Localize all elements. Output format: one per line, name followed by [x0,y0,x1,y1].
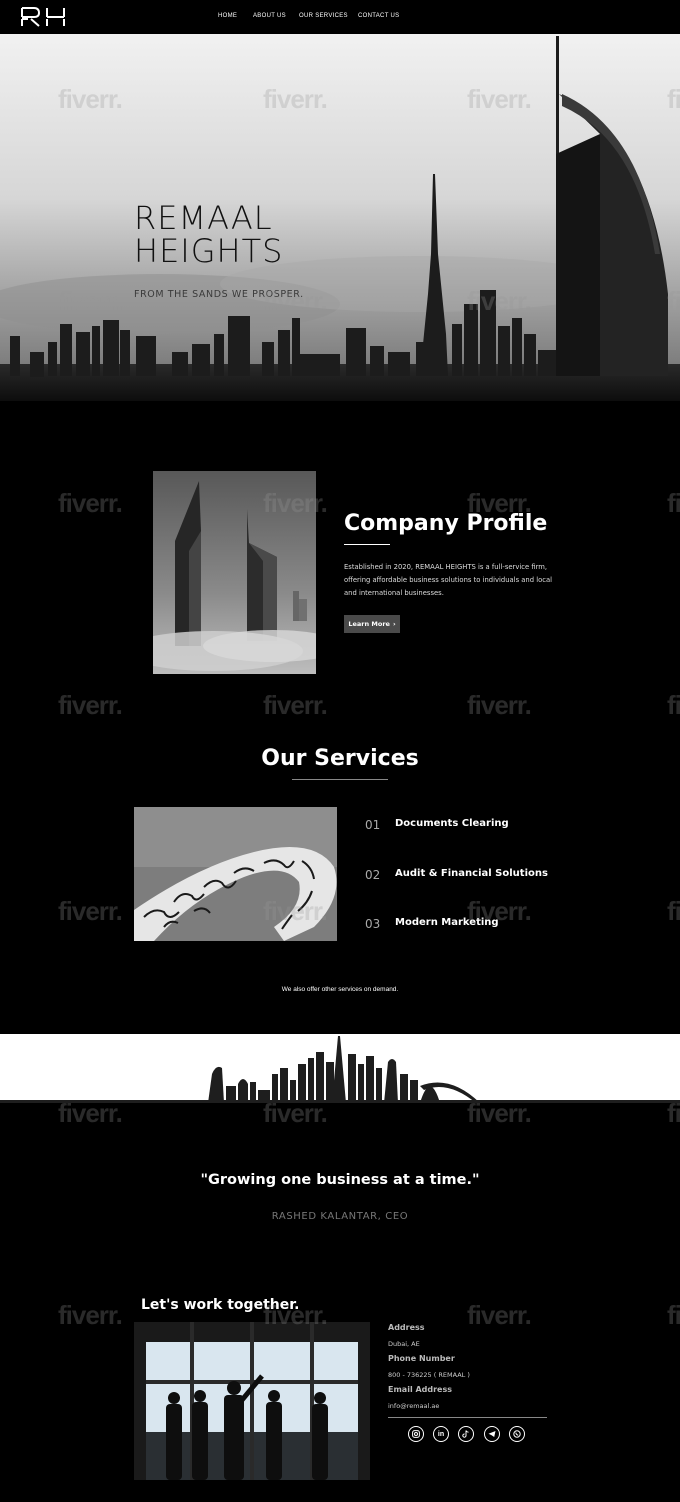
fiverr-watermark: fiverr. [667,488,680,518]
hero-banner: REMAAL HEIGHTS FROM THE SANDS WE PROSPER… [0,34,680,401]
nav-about-link[interactable]: ABOUT US [253,13,286,19]
learn-more-label: Learn More [348,620,390,628]
whatsapp-icon[interactable] [509,1426,525,1442]
email-value[interactable]: info@remaal.ae [388,1402,439,1410]
telegram-icon[interactable] [484,1426,500,1442]
tiktok-icon[interactable] [458,1426,474,1442]
phone-value[interactable]: 800 - 736225 ( REMAAL ) [388,1371,470,1379]
fiverr-watermark: fiverr. [58,896,123,926]
dubai-skyline-image [0,34,680,401]
learn-more-button[interactable]: Learn More › [344,615,400,633]
hero-title-line1: REMAAL [134,199,273,237]
ceo-quote: "Growing one business at a time." [200,1172,480,1188]
nav-services-link[interactable]: OUR SERVICES [299,13,348,19]
nav-home-link[interactable]: HOME [218,13,237,19]
fiverr-watermark: fiverr. [667,1300,680,1330]
address-label: Address [388,1323,425,1332]
skyline-divider [0,1034,680,1103]
address-value: Dubai, AE [388,1340,420,1348]
phone-label: Phone Number [388,1354,455,1363]
chevron-right-icon: › [392,620,396,628]
fiverr-watermark: fiverr. [58,488,123,518]
rh-logo[interactable] [20,6,68,28]
services-divider [292,779,388,780]
hero-subtitle: FROM THE SANDS WE PROSPER. [134,289,304,300]
contact-title: Let's work together. [141,1297,300,1313]
instagram-icon[interactable] [408,1426,424,1442]
fiverr-watermark: fiverr. [58,690,123,720]
fiverr-watermark: fiverr. [667,896,680,926]
fiverr-watermark: fiverr. [58,1300,123,1330]
company-profile-title: Company Profile [344,511,548,536]
team-window-image [134,1322,370,1480]
fiverr-watermark: fiverr. [263,690,328,720]
our-services-title: Our Services [261,746,419,771]
hero-title-line2: HEIGHTS [134,232,284,270]
contact-divider [388,1417,547,1418]
top-nav: HOME ABOUT US OUR SERVICES CONTACT US [0,0,680,34]
linkedin-icon[interactable]: in [433,1426,449,1442]
service-modern-marketing[interactable]: Modern Marketing [395,917,499,928]
service-documents-clearing[interactable]: Documents Clearing [395,818,509,829]
emirates-towers-image [153,471,316,674]
museum-of-future-image [134,807,337,941]
fiverr-watermark: fiverr. [467,690,532,720]
email-label: Email Address [388,1385,453,1394]
service-number: 02 [365,868,381,882]
quote-author: RASHED KALANTAR, CEO [271,1211,409,1222]
company-profile-text: Established in 2020, REMAAL HEIGHTS is a… [344,563,553,597]
service-audit-financial[interactable]: Audit & Financial Solutions [395,868,548,879]
fiverr-watermark: fiverr. [667,690,680,720]
nav-contact-link[interactable]: CONTACT US [358,13,399,19]
service-number: 01 [365,818,381,832]
services-note: We also offer other services on demand. [281,986,399,993]
service-number: 03 [365,917,381,931]
fiverr-watermark: fiverr. [467,1300,532,1330]
profile-divider [344,544,390,545]
hero-title: REMAAL HEIGHTS [134,202,283,268]
